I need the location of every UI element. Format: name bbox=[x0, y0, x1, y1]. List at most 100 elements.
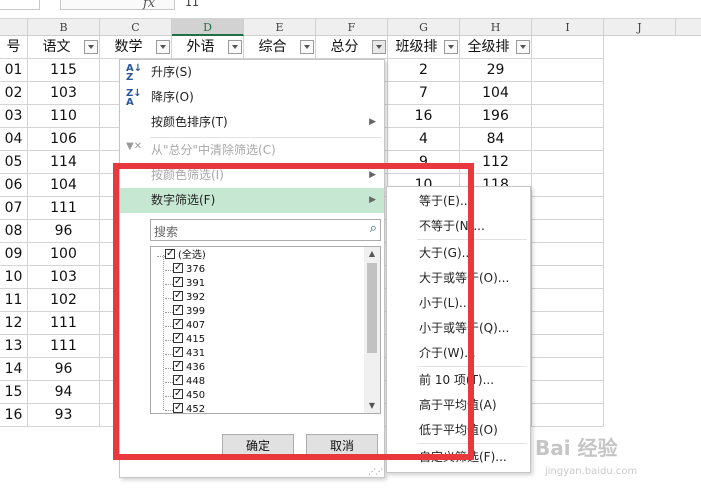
cell[interactable]: 110 bbox=[28, 105, 100, 128]
cell[interactable]: 04 bbox=[0, 128, 28, 151]
cell[interactable]: 15 bbox=[0, 381, 28, 404]
cell[interactable] bbox=[532, 36, 604, 59]
header-cell[interactable]: 班级排 bbox=[388, 36, 460, 59]
cell[interactable] bbox=[532, 82, 604, 105]
cell[interactable]: 115 bbox=[28, 59, 100, 82]
column-header-h[interactable]: H bbox=[460, 19, 532, 36]
column-header-b[interactable]: B bbox=[28, 19, 100, 36]
cell[interactable]: 4 bbox=[388, 128, 460, 151]
cell[interactable]: 16 bbox=[388, 105, 460, 128]
checkbox[interactable] bbox=[173, 289, 183, 303]
scroll-up-icon[interactable]: ▲ bbox=[364, 247, 380, 261]
header-cell[interactable]: 语文 bbox=[28, 36, 100, 59]
filter-dropdown-button[interactable] bbox=[300, 40, 314, 54]
cell[interactable]: 12 bbox=[0, 312, 28, 335]
cell[interactable]: 104 bbox=[460, 82, 532, 105]
sort-by-color-item[interactable]: 按颜色排序(T) ▶ bbox=[120, 110, 384, 135]
cell[interactable]: 196 bbox=[460, 105, 532, 128]
function-icon[interactable]: fx bbox=[143, 0, 155, 11]
checkbox[interactable] bbox=[173, 401, 183, 413]
cell[interactable]: 29 bbox=[460, 59, 532, 82]
checkbox[interactable] bbox=[173, 261, 183, 275]
cell[interactable]: 07 bbox=[0, 197, 28, 220]
cell[interactable]: 03 bbox=[0, 105, 28, 128]
header-cell[interactable]: 外语 bbox=[172, 36, 244, 59]
cell[interactable]: 104 bbox=[28, 174, 100, 197]
cell[interactable]: 10 bbox=[0, 266, 28, 289]
resize-grip-icon[interactable]: ⋰⋰ bbox=[368, 467, 383, 476]
checkbox[interactable] bbox=[165, 247, 175, 261]
cell[interactable]: 7 bbox=[388, 82, 460, 105]
cell[interactable]: 02 bbox=[0, 82, 28, 105]
cell[interactable]: 05 bbox=[0, 151, 28, 174]
cell[interactable] bbox=[532, 151, 604, 174]
cell[interactable]: 93 bbox=[28, 404, 100, 427]
checkbox[interactable] bbox=[173, 345, 183, 359]
checkbox[interactable] bbox=[173, 331, 183, 345]
column-header-k[interactable] bbox=[676, 19, 701, 36]
cell[interactable] bbox=[532, 404, 604, 427]
cell[interactable] bbox=[532, 128, 604, 151]
number-filter-option[interactable]: 低于平均值(O) bbox=[387, 418, 530, 443]
checkbox[interactable] bbox=[173, 275, 183, 289]
number-filter-option[interactable]: 自定义筛选(F)... bbox=[387, 445, 530, 470]
cell[interactable]: 103 bbox=[28, 266, 100, 289]
cell[interactable]: 112 bbox=[460, 151, 532, 174]
column-header-d[interactable]: D bbox=[172, 19, 244, 36]
cell[interactable]: 111 bbox=[28, 335, 100, 358]
header-cell[interactable]: 综合 bbox=[244, 36, 316, 59]
cell[interactable]: 94 bbox=[28, 381, 100, 404]
cell[interactable] bbox=[532, 220, 604, 243]
cell[interactable] bbox=[532, 358, 604, 381]
cell[interactable]: 111 bbox=[28, 312, 100, 335]
header-cell[interactable]: 总分 bbox=[316, 36, 388, 59]
column-header-g[interactable]: G bbox=[388, 19, 460, 36]
cell[interactable]: 106 bbox=[28, 128, 100, 151]
column-header-e[interactable]: E bbox=[244, 19, 316, 36]
number-filter-option[interactable]: 不等于(N)... bbox=[387, 214, 530, 239]
cell[interactable]: 16 bbox=[0, 404, 28, 427]
number-filter-option[interactable]: 大于(G)... bbox=[387, 241, 530, 266]
filter-dropdown-button[interactable] bbox=[228, 40, 242, 54]
cell[interactable]: 06 bbox=[0, 174, 28, 197]
cell[interactable]: 09 bbox=[0, 243, 28, 266]
cell[interactable]: 13 bbox=[0, 335, 28, 358]
cell[interactable]: 102 bbox=[28, 289, 100, 312]
number-filter-option[interactable]: 小于或等于(Q)... bbox=[387, 316, 530, 341]
cell[interactable] bbox=[532, 59, 604, 82]
filter-dropdown-button[interactable] bbox=[444, 40, 458, 54]
cell[interactable]: 11 bbox=[0, 289, 28, 312]
checkbox[interactable] bbox=[173, 387, 183, 401]
cell[interactable]: 111 bbox=[28, 197, 100, 220]
cell[interactable] bbox=[532, 243, 604, 266]
number-filter-option[interactable]: 等于(E)... bbox=[387, 189, 530, 214]
number-filter-item[interactable]: 数字筛选(F) ▶ bbox=[120, 188, 384, 213]
select-all-item[interactable]: (全选) bbox=[157, 247, 206, 263]
cell[interactable] bbox=[532, 335, 604, 358]
cell[interactable]: 08 bbox=[0, 220, 28, 243]
cell[interactable] bbox=[532, 312, 604, 335]
cell[interactable]: 84 bbox=[460, 128, 532, 151]
checklist-scrollbar[interactable]: ▲ ▼ bbox=[364, 247, 380, 413]
checkbox[interactable] bbox=[173, 317, 183, 331]
name-box[interactable] bbox=[0, 0, 40, 10]
cell[interactable] bbox=[532, 381, 604, 404]
filter-dropdown-button[interactable] bbox=[156, 40, 170, 54]
column-header-f[interactable]: F bbox=[316, 19, 388, 36]
cell[interactable] bbox=[532, 289, 604, 312]
number-filter-option[interactable]: 大于或等于(O)... bbox=[387, 266, 530, 291]
number-filter-option[interactable]: 前 10 项(T)... bbox=[387, 368, 530, 393]
cell[interactable]: 100 bbox=[28, 243, 100, 266]
cell[interactable] bbox=[532, 197, 604, 220]
checkbox[interactable] bbox=[173, 373, 183, 387]
filter-dropdown-button[interactable] bbox=[372, 40, 386, 54]
header-cell[interactable]: 号 bbox=[0, 36, 28, 59]
number-filter-option[interactable]: 小于(L)... bbox=[387, 291, 530, 316]
cell[interactable] bbox=[532, 174, 604, 197]
cell[interactable]: 96 bbox=[28, 358, 100, 381]
column-header-i[interactable]: I bbox=[532, 19, 604, 36]
cancel-button[interactable]: 取消 bbox=[306, 434, 378, 458]
sort-descending-item[interactable]: Z↓ A 降序(O) bbox=[120, 85, 384, 110]
column-header-c[interactable]: C bbox=[100, 19, 172, 36]
filter-dropdown-button[interactable] bbox=[516, 40, 530, 54]
